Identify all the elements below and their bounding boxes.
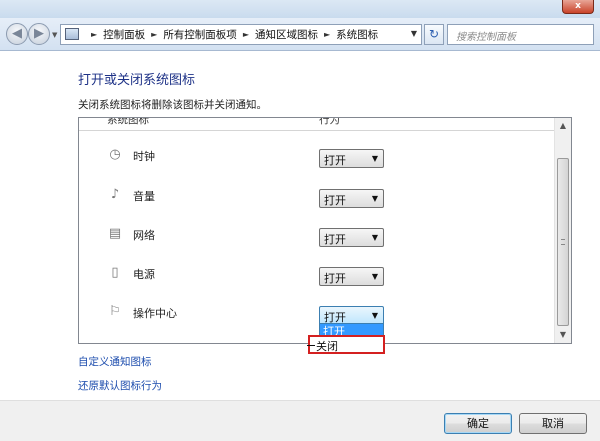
- back-button[interactable]: ◀: [6, 23, 28, 45]
- title-bar: x: [0, 0, 600, 18]
- chevron-right-icon[interactable]: ►: [324, 30, 330, 39]
- recent-pages-dropdown-icon[interactable]: ▼: [52, 31, 57, 39]
- chevron-down-icon: ▼: [371, 272, 378, 281]
- chevron-down-icon: ▼: [371, 154, 378, 163]
- cancel-button[interactable]: 取消: [519, 413, 587, 434]
- window-close-button[interactable]: x: [562, 0, 594, 14]
- refresh-icon: ↻: [428, 27, 440, 41]
- list-header: 系统图标 行为: [79, 118, 555, 131]
- power-icon: ▯: [111, 265, 119, 280]
- restore-default-behavior-link[interactable]: 还原默认图标行为: [78, 378, 162, 393]
- search-placeholder: 搜索控制面板: [456, 32, 516, 43]
- chevron-down-icon: ▼: [371, 233, 378, 242]
- page-description: 关闭系统图标将删除该图标并关闭通知。: [78, 99, 267, 111]
- power-behavior-select[interactable]: 打开 ▼: [319, 267, 384, 286]
- clock-behavior-select[interactable]: 打开 ▼: [319, 149, 384, 168]
- clock-icon: ◷: [109, 147, 121, 162]
- breadcrumb[interactable]: ► 控制面板 ► 所有控制面板项 ► 通知区域图标 ► 系统图标 ▼: [60, 24, 422, 45]
- refresh-button[interactable]: ↻: [424, 24, 444, 45]
- arrow-right-icon: ▶: [34, 26, 44, 41]
- search-input[interactable]: 搜索控制面板: [447, 24, 594, 45]
- column-header-behavior[interactable]: 行为: [319, 118, 340, 127]
- crumb-control-panel[interactable]: 控制面板: [103, 27, 145, 42]
- list-item: ♪ 音量 打开 ▼: [79, 184, 555, 212]
- chevron-down-icon: ▼: [371, 311, 378, 320]
- computer-icon: [65, 28, 79, 40]
- network-icon: ▤: [108, 226, 122, 241]
- chevron-right-icon[interactable]: ►: [243, 30, 249, 39]
- list-item: ⚐ 操作中心 打开 ▼: [79, 301, 555, 329]
- forward-button[interactable]: ▶: [28, 23, 50, 45]
- row-label-action-center: 操作中心: [133, 307, 177, 320]
- dialog-footer: 确定 取消: [0, 400, 600, 441]
- close-icon: x: [575, 1, 581, 11]
- row-label-volume: 音量: [133, 190, 155, 203]
- volume-icon: ♪: [110, 187, 120, 202]
- arrow-left-icon: ◀: [12, 26, 22, 41]
- customize-notification-icons-link[interactable]: 自定义通知图标: [78, 354, 152, 369]
- chevron-right-icon[interactable]: ►: [151, 30, 157, 39]
- row-label-network: 网络: [133, 229, 155, 242]
- list-item: ▯ 电源 打开 ▼: [79, 262, 555, 290]
- chevron-down-icon: ▼: [371, 194, 378, 203]
- list-scrollbar[interactable]: ▲ ▼: [554, 118, 571, 343]
- crumb-notification-icons[interactable]: 通知区域图标: [255, 27, 318, 42]
- column-header-icons[interactable]: 系统图标: [107, 118, 149, 127]
- grip-icon: [561, 239, 565, 245]
- chevron-right-icon[interactable]: ►: [91, 30, 97, 39]
- system-icon-list: 系统图标 行为 ◷ 时钟 打开 ▼ ♪ 音量 打开 ▼ ▤ 网络 打开 ▼ ▯ …: [78, 117, 572, 344]
- list-item: ▤ 网络 打开 ▼: [79, 223, 555, 251]
- address-bar: ◀ ▶ ▼ ► 控制面板 ► 所有控制面板项 ► 通知区域图标 ► 系统图标 ▼…: [0, 18, 600, 51]
- chevron-down-icon[interactable]: ▼: [411, 29, 417, 38]
- network-behavior-select[interactable]: 打开 ▼: [319, 228, 384, 247]
- flag-icon: ⚐: [109, 304, 121, 319]
- crumb-system-icons[interactable]: 系统图标: [336, 27, 378, 42]
- row-label-clock: 时钟: [133, 150, 155, 163]
- scroll-down-icon[interactable]: ▼: [555, 327, 571, 343]
- scroll-up-icon[interactable]: ▲: [555, 118, 571, 134]
- ok-button[interactable]: 确定: [444, 413, 512, 434]
- dropdown-option-off[interactable]: 关闭: [307, 335, 385, 354]
- crumb-all-items[interactable]: 所有控制面板项: [163, 27, 237, 42]
- row-label-power: 电源: [133, 268, 155, 281]
- scroll-thumb[interactable]: [557, 158, 569, 326]
- list-item: ◷ 时钟 打开 ▼: [79, 144, 555, 172]
- pointer-line: [307, 345, 315, 346]
- volume-behavior-select[interactable]: 打开 ▼: [319, 189, 384, 208]
- page-title: 打开或关闭系统图标: [78, 73, 196, 88]
